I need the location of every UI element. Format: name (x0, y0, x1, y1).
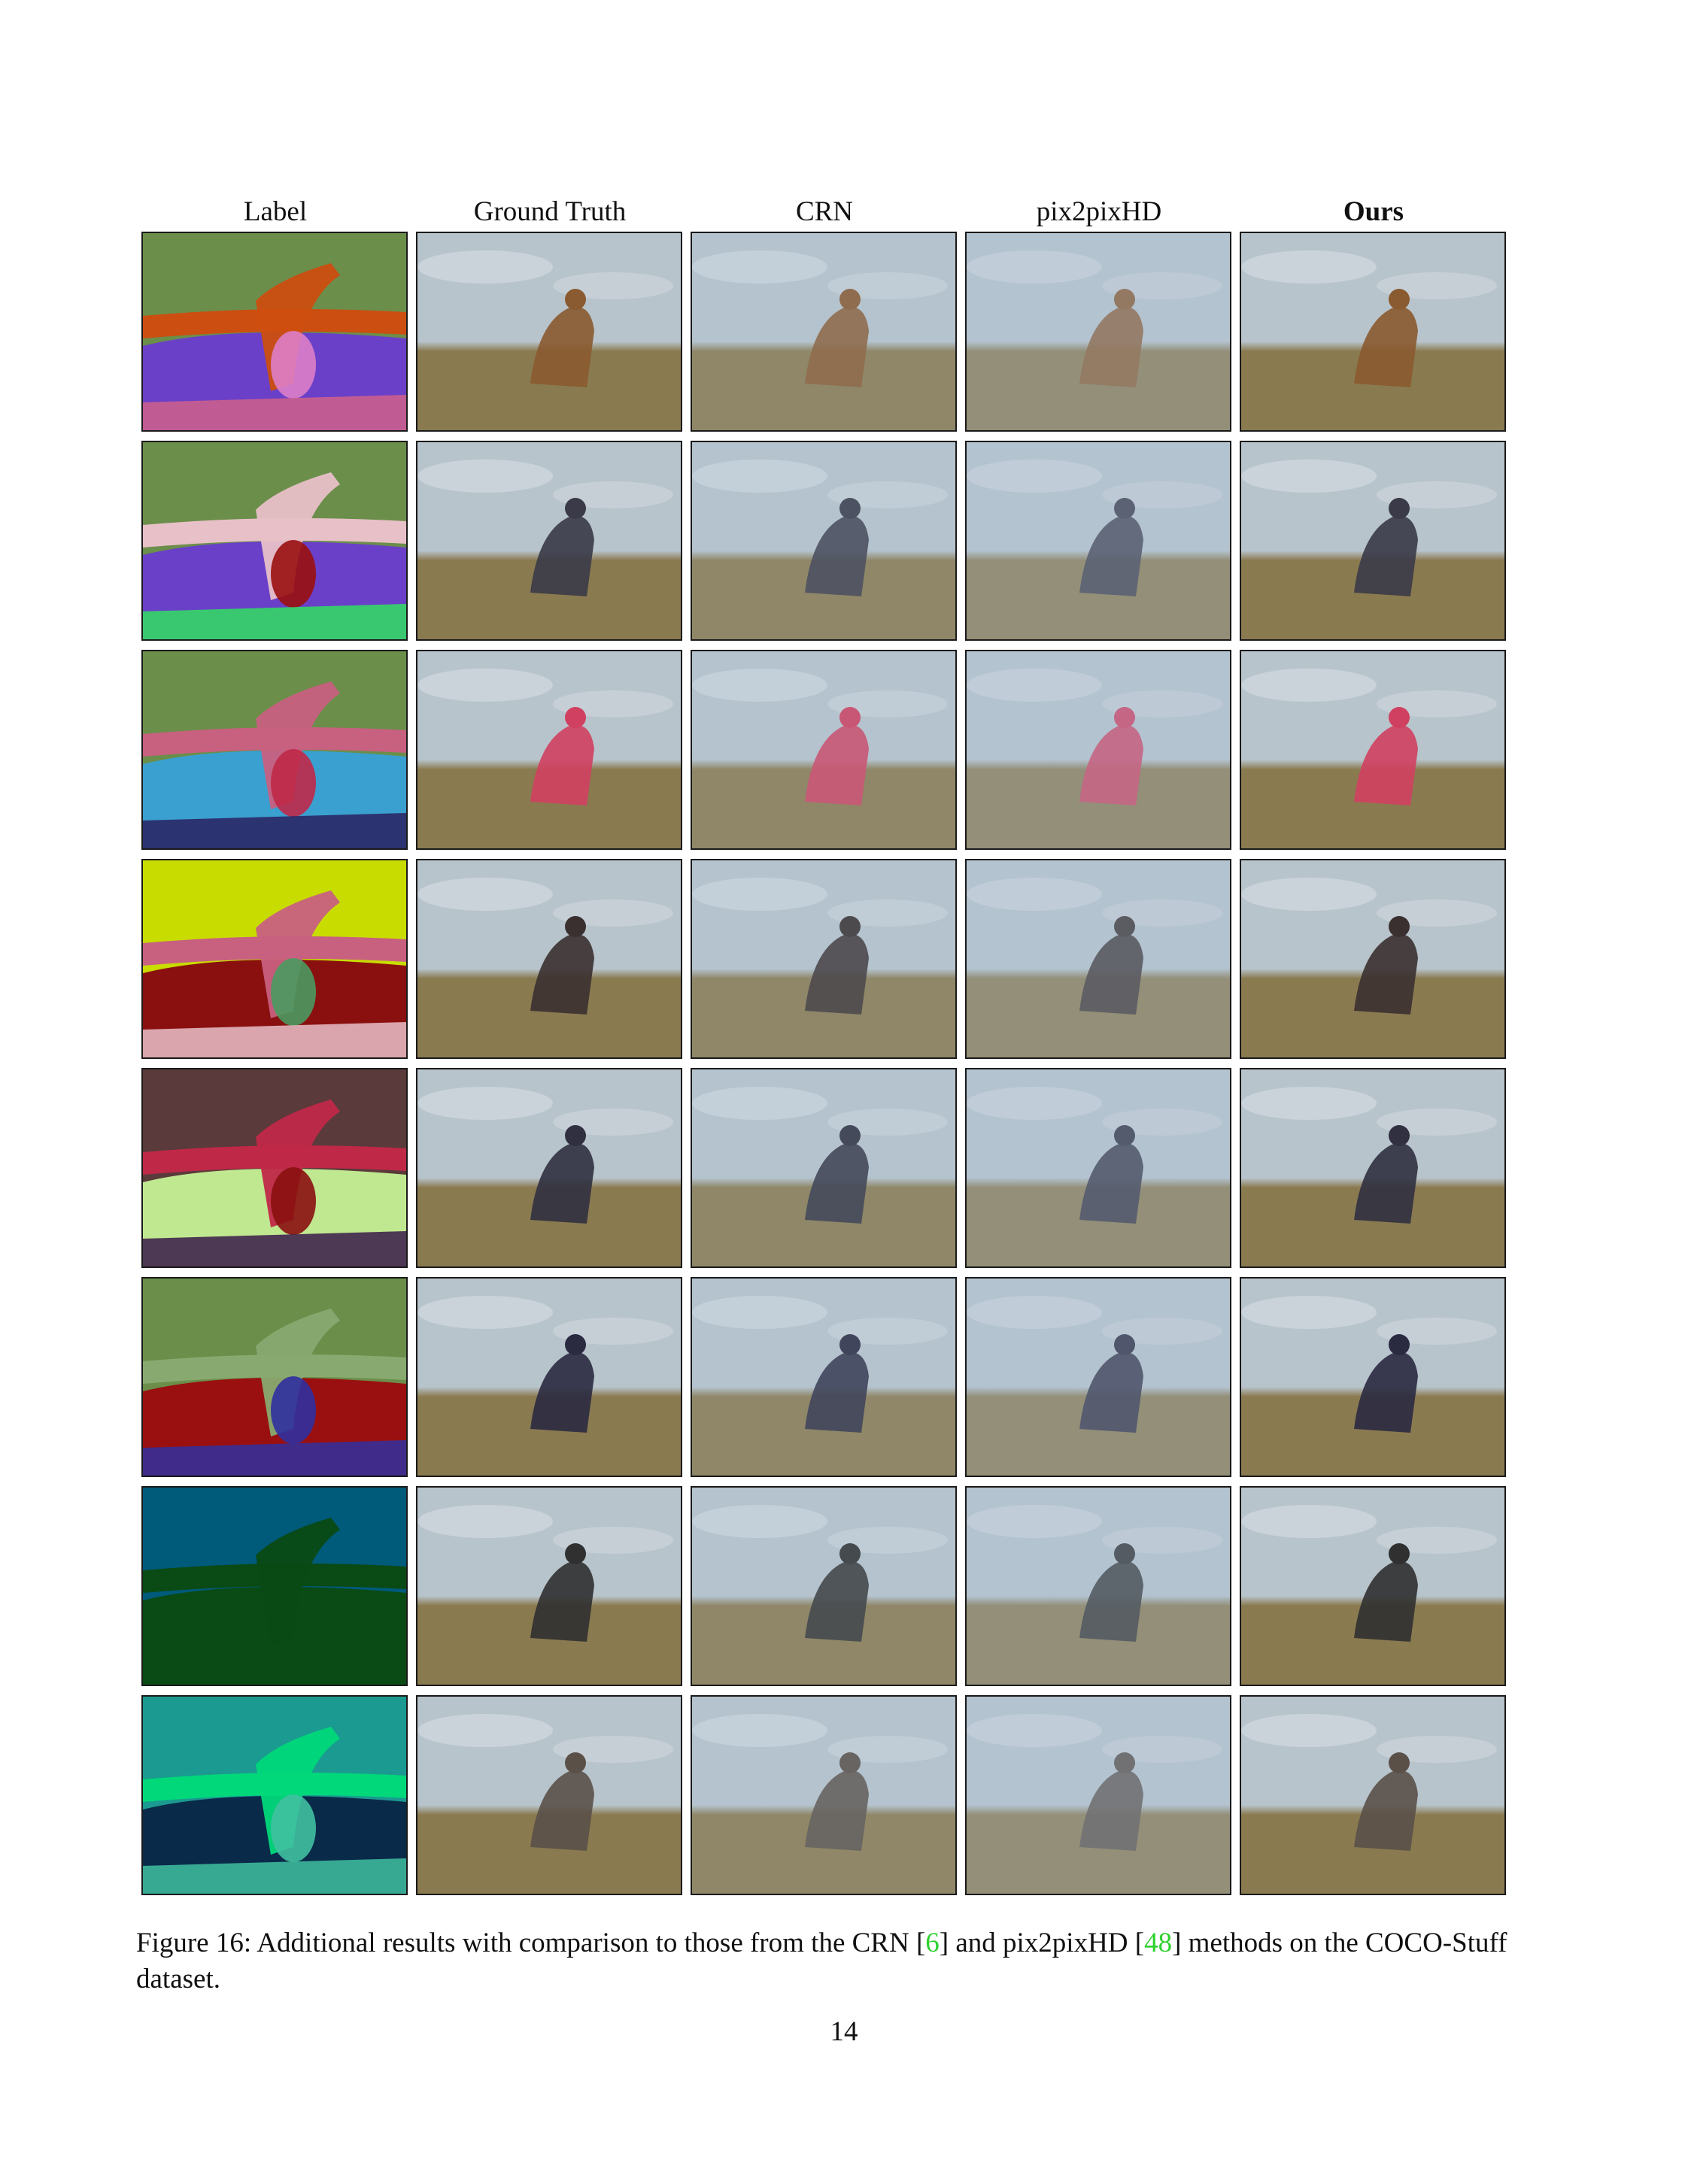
figure-image-pix2pixhd-kite-sky (965, 650, 1231, 850)
column-header-ground-truth: Ground Truth (473, 196, 627, 227)
figure-image-ground_truth-swans (416, 1486, 682, 1686)
figure-image-pix2pixhd-ski-slope (965, 1068, 1231, 1268)
figure-image-label-snowboarder (141, 1277, 408, 1477)
figure-image-crn-snowboarder (691, 1277, 957, 1477)
figure-image-crn-giraffe (691, 232, 957, 432)
figure-image-pix2pixhd-surfer (965, 859, 1231, 1059)
figure-image-crn-kites-field (691, 441, 957, 641)
figure-image-ours-swans (1240, 1486, 1506, 1686)
page-number: 14 (830, 2016, 858, 2047)
figure-image-ground_truth-snowboarder (416, 1277, 682, 1477)
citation-link-crn[interactable]: 6 (925, 1928, 940, 1958)
column-header-label: Label (243, 196, 308, 227)
figure-image-crn-swans (691, 1486, 957, 1686)
figure-image-crn-elephants (691, 1695, 957, 1895)
figure-image-crn-kite-sky (691, 650, 957, 850)
figure-image-crn-ski-slope (691, 1068, 957, 1268)
figure-image-ground_truth-giraffe (416, 232, 682, 432)
figure-image-ours-elephants (1240, 1695, 1506, 1895)
column-header-pix2pixhd: pix2pixHD (1036, 196, 1162, 227)
figure-image-label-kite-sky (141, 650, 408, 850)
figure-image-crn-surfer (691, 859, 957, 1059)
figure-image-ours-surfer (1240, 859, 1506, 1059)
figure-image-label-surfer (141, 859, 408, 1059)
figure-image-label-giraffe (141, 232, 408, 432)
figure-image-pix2pixhd-elephants (965, 1695, 1231, 1895)
figure-image-label-elephants (141, 1695, 408, 1895)
citation-link-pix2pixhd[interactable]: 48 (1144, 1928, 1172, 1958)
figure-image-ours-kites-field (1240, 441, 1506, 641)
figure-image-label-ski-slope (141, 1068, 408, 1268)
figure-image-label-swans (141, 1486, 408, 1686)
column-header-ours: Ours (1343, 196, 1404, 227)
figure-image-ours-kite-sky (1240, 650, 1506, 850)
figure-image-ground_truth-kite-sky (416, 650, 682, 850)
figure-image-pix2pixhd-swans (965, 1486, 1231, 1686)
figure-image-ground_truth-kites-field (416, 441, 682, 641)
figure-image-ground_truth-surfer (416, 859, 682, 1059)
figure-image-label-kites-field (141, 441, 408, 641)
figure-image-ground_truth-elephants (416, 1695, 682, 1895)
figure-image-ground_truth-ski-slope (416, 1068, 682, 1268)
caption-prefix: Figure 16: Additional results with compa… (136, 1928, 926, 1958)
figure-image-ours-snowboarder (1240, 1277, 1506, 1477)
figure-image-ours-giraffe (1240, 232, 1506, 432)
figure-caption: Figure 16: Additional results with compa… (136, 1925, 1520, 1997)
caption-middle: ] and pix2pixHD [ (939, 1928, 1145, 1958)
figure-image-ours-ski-slope (1240, 1068, 1506, 1268)
figure-image-pix2pixhd-snowboarder (965, 1277, 1231, 1477)
figure-image-pix2pixhd-giraffe (965, 232, 1231, 432)
column-header-crn: CRN (795, 196, 854, 227)
figure-image-pix2pixhd-kites-field (965, 441, 1231, 641)
